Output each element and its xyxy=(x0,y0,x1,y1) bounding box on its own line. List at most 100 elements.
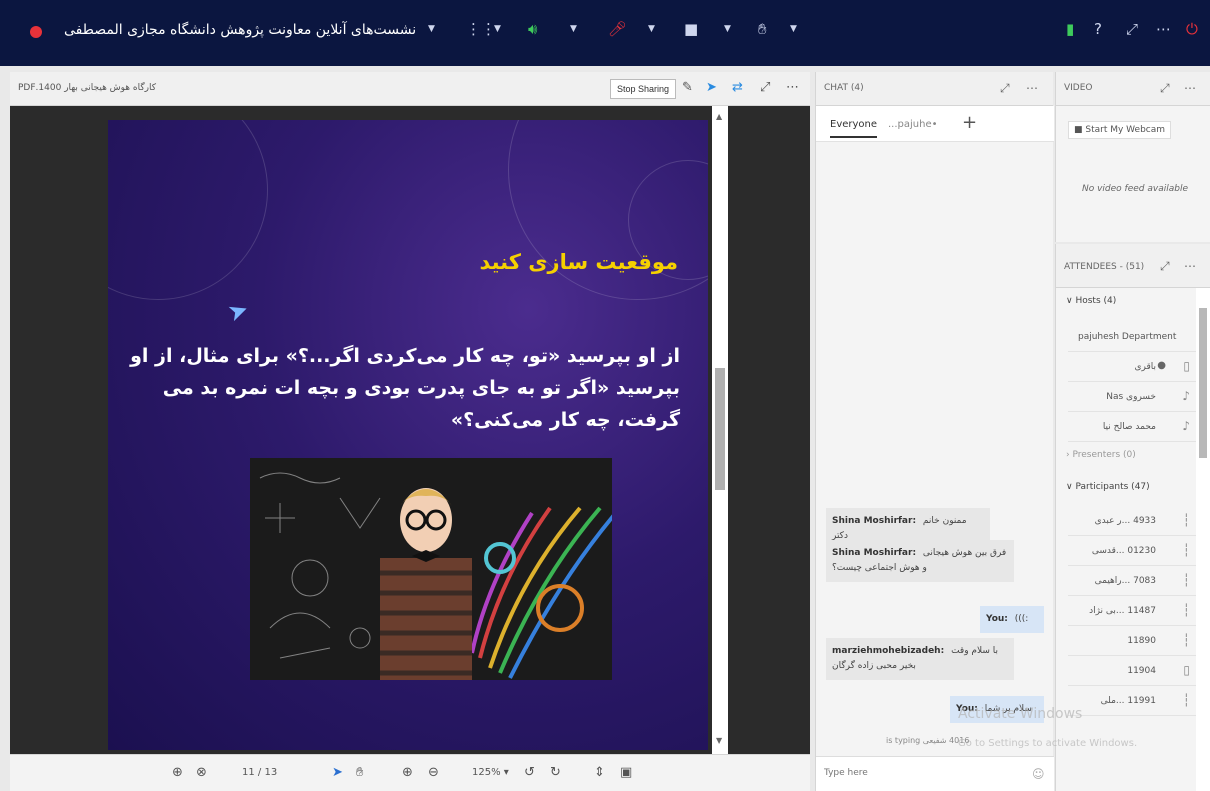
scroll-down-icon[interactable]: ▼ xyxy=(716,736,722,745)
scroll-up-icon[interactable]: ▲ xyxy=(716,112,722,121)
chevron-down-icon[interactable]: ▼ xyxy=(648,24,655,34)
scrollbar-thumb[interactable] xyxy=(1199,308,1207,458)
attendees-title-text: ATTENDEES xyxy=(1064,262,1117,272)
scrollbar-thumb[interactable] xyxy=(715,368,725,490)
presentation-header: کارگاه هوش هیجانی بهار 1400.PDF Stop Sha… xyxy=(10,72,810,106)
message-text: :))) xyxy=(1014,614,1029,624)
zoom-out-icon[interactable]: ⊖ xyxy=(428,765,439,780)
attendees-panel: ATTENDEES - (51) ⤢ ⋯ ∨ Hosts (4) pajuhes… xyxy=(1055,244,1210,791)
attendee-name: 7083 ...راهیمی xyxy=(1094,576,1156,586)
chevron-down-icon[interactable]: ▼ xyxy=(570,24,577,34)
apps-grid-icon[interactable]: ⋮⋮ xyxy=(466,20,496,38)
participants-group[interactable]: ∨ Participants (47) xyxy=(1056,482,1196,492)
webcam-icon: ■ xyxy=(1074,125,1086,135)
attendee-row[interactable]: pajuhesh Department xyxy=(1068,322,1196,352)
meeting-title: نشست‌های آنلاین معاونت پژوهش دانشگاه مجا… xyxy=(64,22,417,38)
fit-page-icon[interactable]: ▣ xyxy=(620,765,632,780)
participants-label: Participants (47) xyxy=(1075,482,1150,492)
chat-input-bar: ☺ xyxy=(816,756,1054,791)
next-page-icon[interactable]: ⊗ xyxy=(196,765,207,780)
speaker-icon[interactable]: 🔊︎ xyxy=(528,20,537,38)
boy-chalkboard-image xyxy=(250,458,612,680)
microphone-muted-icon: ♪ xyxy=(1182,419,1190,433)
attendee-row[interactable]: 7083 ...راهیمی ┆ xyxy=(1068,566,1196,596)
slide-title: موقعیت سازی کنید xyxy=(479,250,678,274)
attendee-row[interactable]: 11991 ...ملی ┆ xyxy=(1068,686,1196,716)
chat-input[interactable] xyxy=(824,768,1014,778)
pointer-tool-icon[interactable]: ➤ xyxy=(706,80,717,95)
draw-icon[interactable]: ✎ xyxy=(682,80,693,95)
hosts-group[interactable]: ∨ Hosts (4) xyxy=(1056,296,1196,306)
start-webcam-button[interactable]: ■ Start My Webcam xyxy=(1068,121,1172,139)
tab-everyone[interactable]: Everyone xyxy=(830,119,878,138)
microphone-icon[interactable]: 🎤︎ xyxy=(608,20,627,38)
more-icon[interactable]: ⋯ xyxy=(1156,20,1171,38)
recording-indicator[interactable] xyxy=(30,26,42,38)
fullscreen-icon[interactable]: ⤢ xyxy=(1160,259,1170,274)
status-icon: ┆ xyxy=(1182,513,1190,527)
attendee-row[interactable]: باقری ● ▯ xyxy=(1068,352,1196,382)
microphone-muted-icon: ♪ xyxy=(1182,389,1190,403)
attendee-row[interactable]: 11904 ▯ xyxy=(1068,656,1196,686)
chevron-down-icon[interactable]: ▼ xyxy=(428,24,435,34)
chevron-down-icon[interactable]: ▼ xyxy=(724,24,731,34)
typing-indicator: 4016 شفیعی is typing xyxy=(886,736,970,745)
add-chat-tab-icon[interactable]: + xyxy=(962,112,977,133)
attendee-row[interactable]: 4933 ...ر عبدی ┆ xyxy=(1068,506,1196,536)
message-sender: You: xyxy=(986,614,1008,624)
help-icon[interactable]: ? xyxy=(1094,20,1102,38)
slide: موقعیت سازی کنید از او بپرسید «تو، چه کا… xyxy=(108,120,708,750)
fit-height-icon[interactable]: ⇕ xyxy=(594,765,605,780)
attendee-row[interactable]: خسروی Nas ♪ xyxy=(1068,382,1196,412)
device-icon: ▯ xyxy=(1183,359,1190,373)
rotate-left-icon[interactable]: ↺ xyxy=(524,765,535,780)
attendee-row[interactable]: 01230 ...قدسی ┆ xyxy=(1068,536,1196,566)
message-text: سلام بر شما xyxy=(984,704,1032,714)
zoom-in-icon[interactable]: ⊕ xyxy=(402,765,413,780)
hand-tool-icon[interactable]: ✋︎ xyxy=(356,765,363,780)
video-panel: VIDEO ⤢ ⋯ ■ Start My Webcam No video fee… xyxy=(1055,72,1210,242)
device-icon: ▯ xyxy=(1183,663,1190,677)
presenters-group[interactable]: › Presenters (0) xyxy=(1056,450,1196,460)
no-video-message: No video feed available xyxy=(1082,184,1188,194)
chevron-down-icon[interactable]: ▼ xyxy=(790,24,797,34)
more-icon[interactable]: ⋯ xyxy=(1184,81,1196,95)
attendee-row[interactable]: محمد صالح نیا ♪ xyxy=(1068,412,1196,442)
stop-sharing-button[interactable]: Stop Sharing xyxy=(610,79,677,99)
attendee-row[interactable]: 11487 ...بی نژاد ┆ xyxy=(1068,596,1196,626)
rotate-right-icon[interactable]: ↻ xyxy=(550,765,561,780)
camera-icon[interactable]: ■ xyxy=(684,20,698,38)
fullscreen-icon[interactable]: ⤢ xyxy=(1000,81,1010,96)
chevron-down-icon[interactable]: ▼ xyxy=(494,24,501,34)
more-icon[interactable]: ⋯ xyxy=(1026,81,1038,95)
status-icon: ┆ xyxy=(1182,573,1190,587)
previous-page-icon[interactable]: ⊕ xyxy=(172,765,183,780)
raise-hand-icon[interactable]: ✋︎ xyxy=(758,20,767,38)
presentation-toolbar: ⊕ ⊗ 11 / 13 ➤ ✋︎ ⊕ ⊖ 125% ▾ ↺ ↻ ⇕ ▣ xyxy=(10,754,810,791)
attendee-name: 4933 ...ر عبدی xyxy=(1094,516,1156,526)
video-header: VIDEO ⤢ ⋯ xyxy=(1056,72,1210,106)
attendee-row[interactable]: 11890 ┆ xyxy=(1068,626,1196,656)
hosts-label: Hosts (4) xyxy=(1075,296,1117,306)
attendee-name: 11487 ...بی نژاد xyxy=(1089,606,1156,616)
tab-private-chat[interactable]: •pajuhe... xyxy=(888,119,938,130)
power-icon[interactable]: ⏻ xyxy=(1186,20,1198,38)
attendees-scrollbar[interactable] xyxy=(1196,288,1210,791)
more-icon[interactable]: ⋯ xyxy=(1184,259,1196,273)
fullscreen-icon[interactable]: ⤢ xyxy=(1160,81,1170,96)
more-icon[interactable]: ⋯ xyxy=(786,80,799,95)
attendee-name: 01230 ...قدسی xyxy=(1091,546,1156,556)
attendee-name: خسروی Nas xyxy=(1106,392,1156,402)
emoji-icon[interactable]: ☺ xyxy=(1032,767,1045,781)
fullscreen-icon[interactable]: ⤢ xyxy=(1126,20,1138,38)
presentation-scrollbar[interactable]: ▲ ▼ xyxy=(712,106,728,754)
chat-count: (4) xyxy=(850,83,864,93)
pointer-tool-icon[interactable]: ➤ xyxy=(332,765,343,780)
sync-icon[interactable]: ⇄ xyxy=(732,80,743,95)
microphone-icon: ● xyxy=(1157,360,1166,371)
current-page[interactable]: 11 xyxy=(242,767,255,778)
zoom-select[interactable]: 125% ▾ xyxy=(472,767,509,778)
video-title: VIDEO xyxy=(1064,83,1093,93)
attendees-title: ATTENDEES - (51) xyxy=(1064,262,1145,272)
fullscreen-icon[interactable]: ⤢ xyxy=(760,80,770,95)
